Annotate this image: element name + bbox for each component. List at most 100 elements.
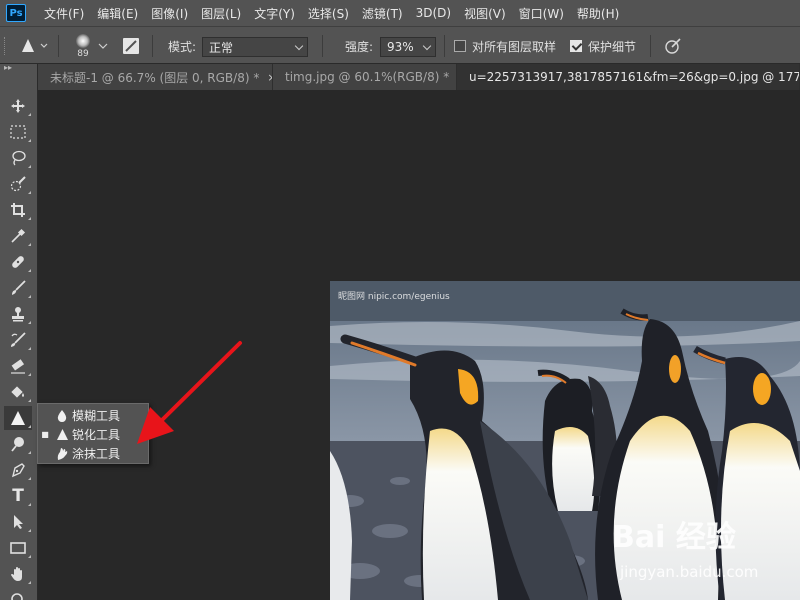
baidu-watermark-url: jingyan.baidu.com [620,563,759,581]
menu-bar: Ps 文件(F) 编辑(E) 图像(I) 图层(L) 文字(Y) 选择(S) 滤… [0,0,800,26]
eraser-icon [11,359,25,374]
mode-label: 模式: [168,39,197,54]
menu-view[interactable]: 视图(V) [464,5,506,22]
type-icon: T [12,486,24,506]
menu-filter[interactable]: 滤镜(T) [362,5,403,22]
sample-all-layers-label: 对所有图层取样 [472,39,557,54]
chevron-down-icon [294,41,304,51]
tool-pen[interactable] [4,458,32,482]
options-grip[interactable] [4,27,10,65]
tools-panel: ▸▸ T [0,64,38,600]
tool-path-select[interactable] [4,510,32,534]
paint-bucket-icon [11,386,24,398]
tool-eraser[interactable] [4,354,32,378]
menu-image[interactable]: 图像(I) [151,5,188,22]
flyout-item-blur[interactable]: 模糊工具 [38,406,148,425]
tab-penguin-image[interactable]: u=2257313917,3817857161&fm=26&gp=0.jpg @… [457,64,800,90]
collapse-toolbar-button[interactable]: ▸▸ [0,64,37,74]
tab-label: 未标题-1 @ 66.7% (图层 0, RGB/8) * [50,70,260,85]
marquee-icon [10,125,26,139]
tool-hand[interactable] [4,562,32,586]
sharpen-icon [22,39,48,52]
sample-all-layers-checkbox[interactable]: 对所有图层取样 [454,27,556,65]
flyout-item-smudge[interactable]: 涂抹工具 [38,444,148,463]
tool-lasso[interactable] [4,146,32,170]
document-tabs: 未标题-1 @ 66.7% (图层 0, RGB/8) * × timg.jpg… [38,64,800,90]
strength-label: 强度: [345,39,374,54]
menu-help[interactable]: 帮助(H) [577,5,619,22]
hand-icon [11,567,22,581]
brush-dropdown[interactable] [98,27,108,65]
tool-brush[interactable] [4,276,32,300]
chevron-down-icon [98,43,108,49]
history-brush-icon [11,332,26,347]
move-icon [11,99,25,113]
mode-select[interactable]: 正常 [202,37,308,57]
crop-icon [11,203,25,217]
tool-healing-brush[interactable] [4,250,32,274]
image-watermark-top: 昵图网 nipic.com/egenius [338,292,450,302]
brush-preset-picker[interactable]: 89 [72,27,94,65]
mode-value: 正常 [209,40,234,55]
tool-sharpen[interactable] [4,406,32,430]
options-bar: 89 模式: 正常 强度: 93% 对所有图层取样 保护细节 [0,26,800,64]
flyout-item-label: 锐化工具 [72,428,121,442]
dodge-icon [11,437,24,452]
rectangle-icon [10,542,26,554]
checkbox-unchecked-icon [454,40,466,52]
pen-icon [11,463,25,478]
protect-detail-checkbox[interactable]: 保护细节 [570,27,636,65]
tool-paint-bucket[interactable] [4,380,32,404]
brush-size-value: 89 [77,48,89,59]
path-select-icon [14,515,23,529]
pressure-button[interactable] [664,27,682,65]
lasso-icon [12,150,26,166]
baidu-watermark-logo: Bai 经验 [612,520,736,555]
menu-select[interactable]: 选择(S) [308,5,349,22]
menu-type[interactable]: 文字(Y) [254,5,295,22]
menu-file[interactable]: 文件(F) [44,5,84,22]
photoshop-logo: Ps [6,4,26,22]
tab-label: u=2257313917,3817857161&fm=26&gp=0.jpg @… [469,70,799,84]
tool-crop[interactable] [4,198,32,222]
brush-settings-icon [123,38,139,54]
tool-dodge[interactable] [4,432,32,456]
menu-edit[interactable]: 编辑(E) [97,5,138,22]
strength-input[interactable]: 93% [380,37,436,57]
tool-rectangle[interactable] [4,536,32,560]
healing-brush-icon [12,256,24,268]
quick-select-icon [10,176,26,192]
tool-preset-picker[interactable] [20,27,48,65]
tool-marquee[interactable] [4,120,32,144]
blur-drop-icon [57,409,67,422]
tab-timg[interactable]: timg.jpg @ 60.1%(RGB/8) * × [273,64,457,90]
menu-3d[interactable]: 3D(D) [416,6,451,20]
tool-zoom[interactable] [4,588,32,600]
strength-value: 93% [387,40,414,54]
clone-stamp-icon [12,307,24,322]
zoom-icon [11,593,23,600]
selection-bullet: ■ [41,430,49,439]
brush-tip-icon [76,33,90,48]
tool-move[interactable] [4,94,32,118]
brush-settings-button[interactable] [122,27,140,65]
tool-eyedropper[interactable] [4,224,32,248]
tool-history-brush[interactable] [4,328,32,352]
protect-detail-label: 保护细节 [588,39,637,54]
tool-clone-stamp[interactable] [4,302,32,326]
sharpen-icon [11,411,25,425]
tab-label: timg.jpg @ 60.1%(RGB/8) * [285,70,450,84]
pressure-pen-icon [665,38,681,54]
smudge-icon [57,447,68,460]
tool-type[interactable]: T [4,484,32,508]
checkbox-checked-icon [570,40,582,52]
brush-icon [12,280,26,295]
flyout-item-label: 模糊工具 [72,409,121,423]
menu-window[interactable]: 窗口(W) [519,5,564,22]
tab-untitled-1[interactable]: 未标题-1 @ 66.7% (图层 0, RGB/8) * × [38,64,273,90]
tool-quick-select[interactable] [4,172,32,196]
menu-layer[interactable]: 图层(L) [201,5,241,22]
toning-tools-flyout: 模糊工具 ■ 锐化工具 涂抹工具 [37,403,149,464]
flyout-item-label: 涂抹工具 [72,447,121,461]
flyout-item-sharpen[interactable]: ■ 锐化工具 [38,425,148,444]
